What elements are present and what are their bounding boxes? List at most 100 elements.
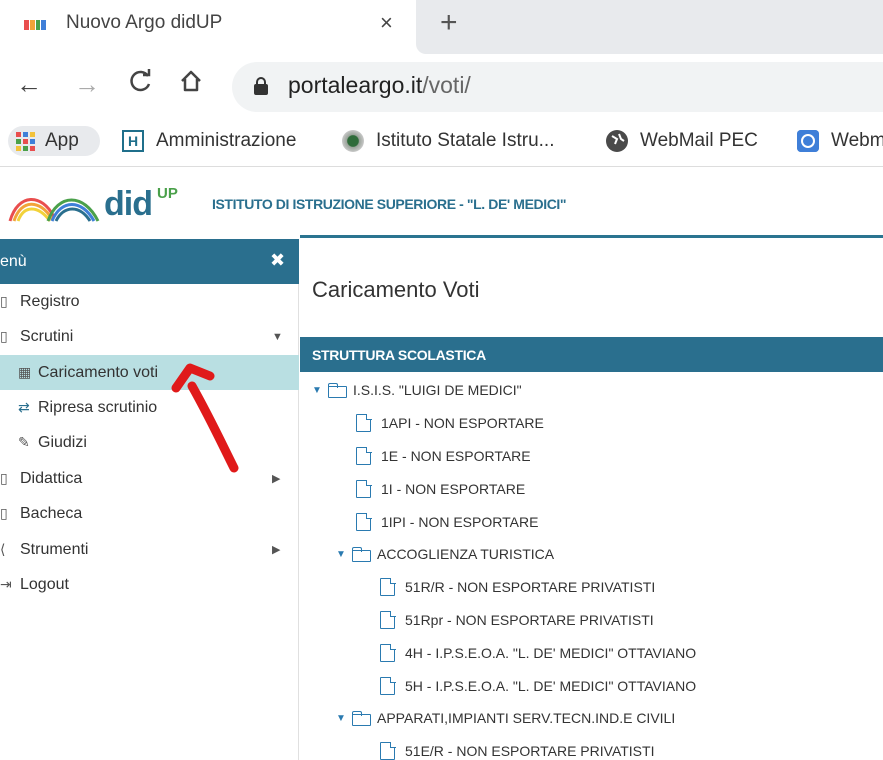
caret-down-icon[interactable]: ▼ — [312, 385, 324, 396]
chevron-right-icon: ▶ — [272, 544, 281, 556]
file-icon — [380, 676, 396, 695]
logo-up-text: UP — [157, 185, 178, 202]
logout-icon: ⇥ — [0, 576, 12, 592]
tree-node-label: I.S.I.S. "LUIGI DE MEDICI" — [353, 382, 522, 398]
didattica-icon: ▯ — [0, 470, 8, 486]
bacheca-icon: ▯ — [0, 505, 8, 521]
tree-leaf-label: 1E - NON ESPORTARE — [381, 448, 531, 464]
emblem-icon — [342, 130, 364, 152]
h-icon: H — [122, 130, 144, 152]
sidebar-item-caricamento-voti[interactable]: ▦ Caricamento voti — [0, 355, 299, 390]
registro-icon: ▯ — [0, 293, 8, 309]
scrutini-icon: ▯ — [0, 328, 8, 344]
sidebar-item-ripresa-scrutinio[interactable]: ⇄ Ripresa scrutinio — [0, 390, 299, 425]
header-divider — [300, 235, 883, 238]
tree-leaf-label: 51Rpr - NON ESPORTARE PRIVATISTI — [405, 612, 654, 628]
tree-leaf-label: 1API - NON ESPORTARE — [381, 415, 544, 431]
sidebar-item-label: Bacheca — [20, 504, 83, 522]
forward-arrow-icon[interactable]: → — [74, 68, 100, 100]
tree-leaf[interactable]: 51E/R - NON ESPORTARE PRIVATISTI — [380, 736, 654, 760]
file-icon — [356, 479, 372, 498]
sidebar-item-bacheca[interactable]: ▯ Bacheca — [0, 496, 299, 531]
bookmark-web[interactable]: Webm — [797, 126, 883, 156]
bookmark-label: Amministrazione — [156, 130, 297, 151]
tree-leaf-label: 1IPI - NON ESPORTARE — [381, 514, 539, 530]
browser-tab-bar: Nuovo Argo didUP × + — [0, 0, 883, 56]
chevron-down-icon: ▼ — [272, 330, 283, 343]
new-tab-button[interactable]: + — [440, 6, 458, 40]
caret-down-icon[interactable]: ▼ — [336, 713, 348, 724]
tree-leaf[interactable]: 1I - NON ESPORTARE — [356, 474, 525, 504]
tree-leaf[interactable]: 4H - I.P.S.E.O.A. "L. DE' MEDICI" OTTAVI… — [380, 638, 696, 668]
sidebar-item-label: Ripresa scrutinio — [38, 398, 158, 416]
menu-title: enù — [0, 253, 27, 270]
sidebar-menu: enù ✖ ▯ Registro ▯ Scrutini ▼ ▦ Caricame… — [0, 239, 299, 760]
url-text[interactable]: portaleargo.it/voti/ — [288, 72, 471, 99]
bookmark-label: App — [45, 130, 79, 151]
tree-leaf-label: 51E/R - NON ESPORTARE PRIVATISTI — [405, 743, 655, 759]
tree-leaf[interactable]: 1E - NON ESPORTARE — [356, 441, 531, 471]
sidebar-item-didattica[interactable]: ▯ Didattica ▶ — [0, 461, 299, 496]
sidebar-item-strumenti[interactable]: ⟨ Strumenti ▶ — [0, 532, 299, 567]
sidebar-item-logout[interactable]: ⇥ Logout — [0, 567, 299, 602]
home-icon[interactable] — [178, 68, 204, 101]
file-icon — [380, 643, 396, 662]
folder-open-icon — [352, 711, 371, 726]
menu-header: enù ✖ — [0, 239, 299, 284]
sidebar-item-scrutini[interactable]: ▯ Scrutini ▼ — [0, 319, 299, 354]
school-name: ISTITUTO DI ISTRUZIONE SUPERIORE - "L. D… — [212, 196, 567, 212]
web-icon — [797, 130, 819, 152]
file-icon — [356, 413, 372, 432]
refresh-icon: ⇄ — [18, 399, 30, 415]
file-icon — [380, 610, 396, 629]
tree-leaf[interactable]: 51R/R - NON ESPORTARE PRIVATISTI — [380, 572, 655, 602]
bookmark-label: Istituto Statale Istru... — [376, 130, 555, 151]
bookmark-istituto[interactable]: Istituto Statale Istru... — [342, 126, 554, 156]
caret-down-icon[interactable]: ▼ — [336, 549, 348, 560]
bookmark-label: WebMail PEC — [640, 130, 758, 151]
logo-did-text: did — [104, 185, 153, 223]
tools-icon: ⟨ — [0, 541, 6, 557]
tree-node-folder[interactable]: ▼ APPARATI,IMPIANTI SERV.TECN.IND.E CIVI… — [336, 703, 675, 733]
chevron-right-icon: ▶ — [272, 473, 281, 485]
address-bar[interactable]: portaleargo.it/voti/ — [232, 62, 883, 112]
close-menu-icon[interactable]: ✖ — [270, 250, 285, 271]
tree-node-label: ACCOGLIENZA TURISTICA — [377, 546, 555, 562]
grid-icon: ▦ — [18, 364, 32, 380]
sidebar-item-label: Giudizi — [38, 433, 87, 451]
back-arrow-icon[interactable]: ← — [16, 68, 42, 100]
tree-leaf-label: 51R/R - NON ESPORTARE PRIVATISTI — [405, 579, 656, 595]
file-icon — [380, 577, 396, 596]
reload-icon[interactable] — [128, 68, 154, 101]
folder-open-icon — [352, 547, 371, 562]
edit-icon: ✎ — [18, 434, 30, 450]
lock-icon[interactable] — [254, 77, 268, 95]
file-icon — [380, 741, 396, 760]
sidebar-item-registro[interactable]: ▯ Registro — [0, 284, 299, 319]
page-title: Caricamento Voti — [312, 277, 480, 302]
apps-grid-icon — [16, 131, 35, 151]
bookmark-label: Webm — [831, 130, 883, 151]
main-content: Caricamento Voti STRUTTURA SCOLASTICA ▼ … — [300, 239, 883, 760]
sidebar-item-giudizi[interactable]: ✎ Giudizi — [0, 425, 299, 460]
bookmark-amministrazione[interactable]: H Amministrazione — [122, 126, 296, 156]
browser-tab[interactable]: Nuovo Argo didUP × — [0, 0, 410, 56]
tree-node-label: APPARATI,IMPIANTI SERV.TECN.IND.E CIVILI — [377, 710, 676, 726]
tree-leaf[interactable]: 1API - NON ESPORTARE — [356, 408, 544, 438]
app-header: did UP ISTITUTO DI ISTRUZIONE SUPERIORE … — [0, 167, 883, 239]
tab-close-icon[interactable]: × — [380, 10, 393, 36]
tree-node-root[interactable]: ▼ I.S.I.S. "LUIGI DE MEDICI" — [312, 375, 522, 405]
tree-leaf[interactable]: 1IPI - NON ESPORTARE — [356, 507, 538, 537]
sidebar-item-label: Registro — [20, 292, 80, 310]
tree-node-folder[interactable]: ▼ ACCOGLIENZA TURISTICA — [336, 539, 554, 569]
sidebar-item-label: Didattica — [20, 469, 83, 487]
bookmark-apps[interactable]: App — [8, 126, 100, 156]
tree-leaf-label: 4H - I.P.S.E.O.A. "L. DE' MEDICI" OTTAVI… — [405, 645, 697, 661]
argo-favicon-icon — [24, 20, 46, 30]
bookmark-webmail-pec[interactable]: WebMail PEC — [606, 126, 758, 156]
tree-leaf[interactable]: 5H - I.P.S.E.O.A. "L. DE' MEDICI" OTTAVI… — [380, 671, 696, 701]
browser-toolbar: ← → portaleargo.it/voti/ — [0, 56, 883, 116]
sidebar-item-label: Strumenti — [20, 540, 89, 558]
bookmarks-bar: App H Amministrazione Istituto Statale I… — [0, 116, 883, 166]
tree-leaf[interactable]: 51Rpr - NON ESPORTARE PRIVATISTI — [380, 605, 654, 635]
